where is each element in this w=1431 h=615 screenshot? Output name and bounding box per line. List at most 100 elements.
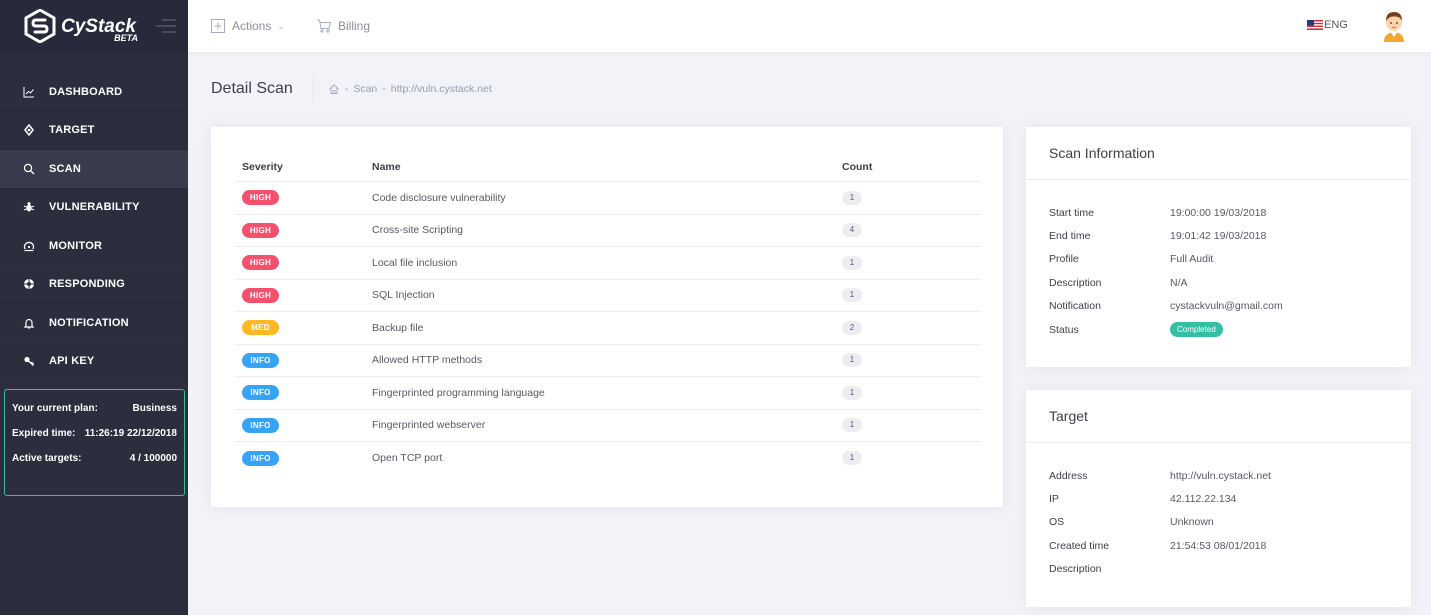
actions-label: Actions — [232, 19, 272, 33]
info-value: 19:00:00 19/03/2018 — [1170, 206, 1267, 219]
sidebar-item-monitor[interactable]: MONITOR — [0, 227, 188, 266]
count-badge: 1 — [842, 353, 862, 368]
vulnerability-name[interactable]: Allowed HTTP methods — [365, 354, 835, 366]
table-row[interactable]: MED Backup file 2 — [235, 312, 981, 345]
targets-label: Active targets: — [12, 453, 82, 464]
count-badge: 1 — [842, 190, 862, 205]
home-icon[interactable] — [328, 83, 340, 95]
vulnerability-name[interactable]: Cross-site Scripting — [365, 224, 835, 236]
bell-icon — [22, 316, 35, 329]
severity-cell: INFO — [235, 352, 365, 368]
info-row: Description N/A — [1049, 271, 1411, 294]
scan-results-panel: Severity Name Count HIGH Code disclosure … — [211, 127, 1003, 507]
billing-label: Billing — [338, 19, 371, 33]
table-row[interactable]: INFO Fingerprinted webserver 1 — [235, 410, 981, 442]
sidebar-item-vulnerability[interactable]: VULNERABILITY — [0, 189, 188, 227]
severity-cell: HIGH — [235, 222, 365, 238]
info-value: Full Audit — [1170, 253, 1214, 266]
info-key: Profile — [1049, 253, 1079, 266]
column-header-name[interactable]: Name — [365, 161, 835, 173]
user-avatar[interactable] — [1381, 10, 1407, 42]
count-cell: 1 — [835, 255, 981, 270]
count-cell: 1 — [835, 418, 981, 433]
vulnerability-name[interactable]: Open TCP port — [365, 452, 835, 464]
severity-cell: HIGH — [235, 190, 365, 206]
count-badge: 1 — [842, 418, 862, 433]
cart-icon — [317, 19, 332, 33]
table-row[interactable]: HIGH SQL Injection 1 — [235, 280, 981, 312]
targets-value: 4 / 100000 — [129, 453, 177, 464]
brand: CyStack BETA — [0, 0, 188, 52]
vulnerability-name[interactable]: Fingerprinted programming language — [365, 387, 835, 399]
info-key: Description — [1049, 563, 1102, 576]
info-row: Start time 19:00:00 19/03/2018 — [1049, 201, 1411, 224]
plan-summary: Your current plan: Business Expired time… — [4, 389, 185, 496]
column-header-count[interactable]: Count — [835, 161, 981, 173]
bug-icon — [22, 201, 35, 214]
info-key: IP — [1049, 493, 1059, 506]
severity-cell: INFO — [235, 385, 365, 401]
breadcrumb-link-target[interactable]: http://vuln.cystack.net — [391, 83, 492, 95]
actions-dropdown[interactable]: Actions ⌄ — [210, 18, 285, 34]
sidebar-menu: DASHBOARD TARGET SCAN VULNERABILITY MONI… — [0, 73, 188, 381]
sidebar-item-responding[interactable]: RESPONDING — [0, 266, 188, 304]
table-row[interactable]: HIGH Code disclosure vulnerability 1 — [235, 182, 981, 215]
sidebar-toggle-button[interactable] — [156, 19, 176, 33]
info-row: IP 42.112.22.134 — [1049, 487, 1411, 510]
table-row[interactable]: HIGH Cross-site Scripting 4 — [235, 215, 981, 247]
sidebar-item-api-key[interactable]: API KEY — [0, 343, 188, 381]
count-badge: 2 — [842, 320, 862, 335]
sidebar-item-label: RESPONDING — [49, 278, 125, 291]
expired-label: Expired time: — [12, 428, 76, 439]
count-badge: 1 — [842, 385, 862, 400]
severity-cell: MED — [235, 320, 365, 336]
severity-badge: HIGH — [242, 190, 279, 206]
breadcrumb: - Scan - http://vuln.cystack.net — [328, 83, 492, 95]
language-selector[interactable]: ENG — [1307, 19, 1348, 31]
severity-cell: INFO — [235, 417, 365, 433]
vulnerability-name[interactable]: Backup file — [365, 322, 835, 334]
table-row[interactable]: HIGH Local file inclusion 1 — [235, 247, 981, 280]
panel-title: Scan Information — [1026, 127, 1411, 180]
table-header: Severity Name Count — [235, 153, 981, 182]
severity-cell: HIGH — [235, 255, 365, 271]
column-header-severity[interactable]: Severity — [235, 161, 365, 173]
status-badge: Completed — [1170, 322, 1223, 338]
sidebar-item-target[interactable]: TARGET — [0, 112, 188, 150]
info-row: Notification cystackvuln@gmail.com — [1049, 295, 1411, 318]
table-row[interactable]: INFO Allowed HTTP methods 1 — [235, 345, 981, 377]
sidebar-item-label: NOTIFICATION — [49, 316, 129, 329]
sidebar-item-scan[interactable]: SCAN — [0, 150, 188, 189]
page-title: Detail Scan — [211, 75, 314, 103]
table-row[interactable]: INFO Fingerprinted programming language 1 — [235, 377, 981, 410]
monitor-icon — [22, 239, 35, 252]
sidebar-item-label: API KEY — [49, 355, 95, 368]
count-badge: 4 — [842, 223, 862, 238]
count-cell: 1 — [835, 288, 981, 303]
count-cell: 1 — [835, 451, 981, 466]
severity-cell: INFO — [235, 450, 365, 466]
severity-badge: INFO — [242, 417, 279, 433]
info-value: http://vuln.cystack.net — [1170, 469, 1271, 482]
table-row[interactable]: INFO Open TCP port 1 — [235, 442, 981, 475]
count-badge: 1 — [842, 288, 862, 303]
sidebar-item-label: DASHBOARD — [49, 85, 123, 98]
vulnerability-name[interactable]: Code disclosure vulnerability — [365, 192, 835, 204]
vulnerability-name[interactable]: Local file inclusion — [365, 257, 835, 269]
cystack-logo-icon[interactable] — [24, 9, 56, 43]
info-row: Address http://vuln.cystack.net — [1049, 464, 1411, 487]
info-value: 21:54:53 08/01/2018 — [1170, 539, 1267, 552]
count-cell: 1 — [835, 353, 981, 368]
count-cell: 1 — [835, 385, 981, 400]
plan-row: Your current plan: Business — [12, 403, 177, 428]
vulnerability-name[interactable]: Fingerprinted webserver — [365, 419, 835, 431]
info-key: Description — [1049, 276, 1102, 289]
vulnerability-name[interactable]: SQL Injection — [365, 289, 835, 301]
billing-link[interactable]: Billing — [316, 18, 370, 34]
expired-value: 11:26:19 22/12/2018 — [84, 428, 177, 439]
sidebar-item-notification[interactable]: NOTIFICATION — [0, 304, 188, 343]
key-icon — [22, 355, 35, 368]
info-row: Description — [1049, 558, 1411, 581]
sidebar-item-dashboard[interactable]: DASHBOARD — [0, 73, 188, 112]
breadcrumb-link-scan[interactable]: Scan — [353, 83, 377, 95]
